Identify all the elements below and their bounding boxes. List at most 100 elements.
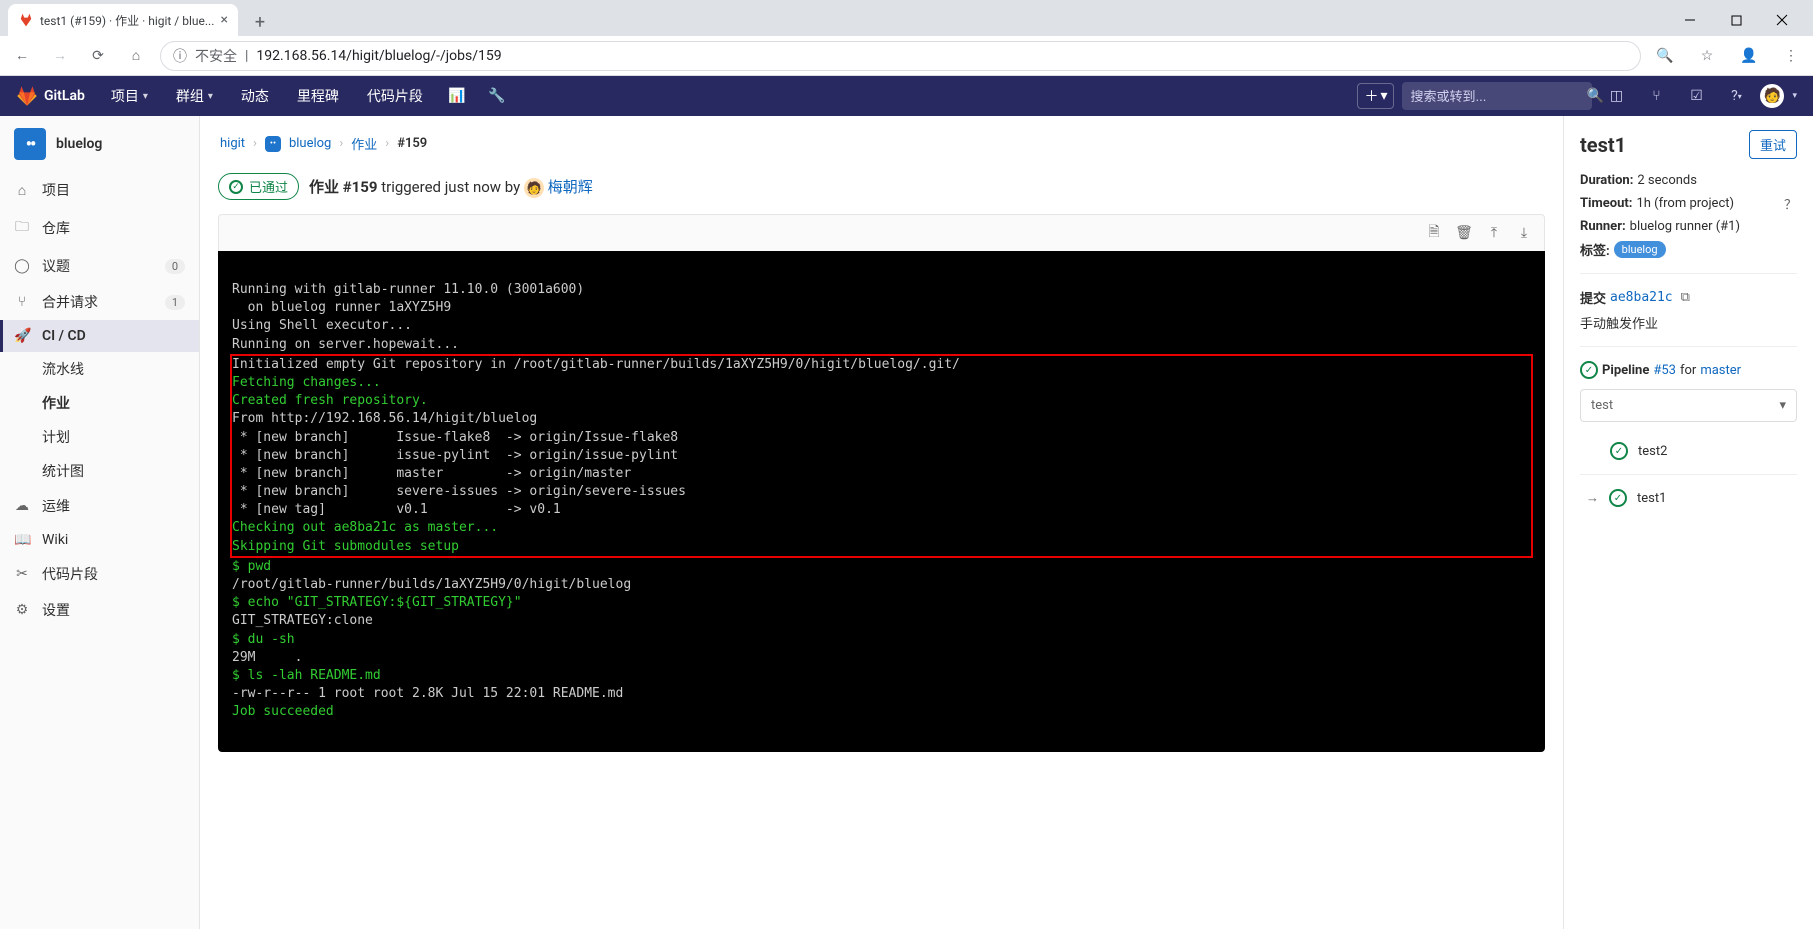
gitlab-logo[interactable]: GitLab <box>16 85 85 107</box>
maximize-button[interactable] <box>1713 4 1759 36</box>
nav-snippets[interactable]: 代码片段 <box>357 76 433 116</box>
mr-count: 1 <box>165 295 185 310</box>
nav-milestones[interactable]: 里程碑 <box>287 76 349 116</box>
analytics-icon[interactable]: 📊 <box>441 80 473 112</box>
repo-icon: 🗀 <box>14 216 30 240</box>
sidebar-item-merge-requests[interactable]: ⑂合并请求1 <box>0 284 199 320</box>
mr-icon: ⑂ <box>14 294 30 310</box>
issues-count: 0 <box>165 259 185 274</box>
branch-link[interactable]: master <box>1700 363 1741 378</box>
search-input[interactable] <box>1410 89 1586 104</box>
stage-dropdown[interactable]: test▾ <box>1580 389 1797 422</box>
bc-group[interactable]: higit <box>220 136 245 151</box>
merge-requests-icon[interactable]: ⑂ <box>1640 80 1672 112</box>
status-badge-passed: ✓ 已通过 <box>218 173 299 200</box>
chevron-down-icon: ▾ <box>1779 398 1786 413</box>
new-tab-button[interactable]: + <box>246 8 274 36</box>
url-text: 192.168.56.14/higit/bluelog/-/jobs/159 <box>256 48 501 64</box>
nav-groups[interactable]: 群组▾ <box>166 76 223 116</box>
scroll-bottom-icon[interactable]: ⤓ <box>1512 221 1536 245</box>
job-log-terminal[interactable]: Running with gitlab-runner 11.10.0 (3001… <box>218 251 1545 752</box>
sidebar-item-repository[interactable]: 🗀仓库 <box>0 208 199 248</box>
info-icon: ⓘ <box>173 46 187 66</box>
sidebar-item-operations[interactable]: ☁运维 <box>0 488 199 524</box>
search-icon[interactable]: 🔍 <box>1651 42 1679 70</box>
menu-icon[interactable]: ⋮ <box>1777 42 1805 70</box>
breadcrumb: higit › •• bluelog › 作业 › #159 <box>218 128 1545 167</box>
nav-activity[interactable]: 动态 <box>231 76 279 116</box>
user-avatar[interactable]: 🧑 <box>1760 84 1784 108</box>
nav-projects[interactable]: 项目▾ <box>101 76 158 116</box>
terminal-toolbar: 🗎 🗑 ⤒ ⤓ <box>218 214 1545 251</box>
profile-icon[interactable]: 👤 <box>1735 42 1763 70</box>
insecure-label: 不安全 <box>195 46 237 66</box>
brand-text: GitLab <box>44 88 85 104</box>
back-button[interactable]: ← <box>8 42 36 70</box>
tab-title: test1 (#159) · 作业 · higit / blue... <box>40 12 215 29</box>
sidebar-sub-schedules[interactable]: 计划 <box>0 420 199 454</box>
issues-icon[interactable]: ◫ <box>1600 80 1632 112</box>
job-list-item-test2[interactable]: ✓ test2 <box>1580 432 1797 470</box>
job-name-title: test1 <box>1580 133 1626 157</box>
main-content: higit › •• bluelog › 作业 › #159 ✓ 已通过 作业 … <box>200 116 1563 929</box>
triggerer-avatar[interactable]: 🧑 <box>524 178 544 198</box>
sidebar-sub-charts[interactable]: 统计图 <box>0 454 199 488</box>
pipeline-status-icon: ✓ <box>1580 361 1598 379</box>
sidebar-item-snippets[interactable]: ✂代码片段 <box>0 556 199 592</box>
triggerer-name[interactable]: 梅朝辉 <box>548 178 593 196</box>
job-list-item-test1-current[interactable]: → ✓ test1 <box>1580 479 1797 517</box>
sidebar-item-wiki[interactable]: 📖Wiki <box>0 524 199 556</box>
home-icon: ⌂ <box>14 182 30 199</box>
forward-button[interactable]: → <box>46 42 74 70</box>
cicd-icon: 🚀 <box>14 328 30 344</box>
bc-project-icon: •• <box>265 136 281 152</box>
sidebar-sub-jobs[interactable]: 作业 <box>0 386 199 420</box>
retry-button[interactable]: 重试 <box>1749 130 1797 159</box>
url-field[interactable]: ⓘ 不安全 | 192.168.56.14/higit/bluelog/-/jo… <box>160 41 1641 71</box>
commit-link[interactable]: ae8ba21c <box>1610 290 1673 305</box>
browser-tab[interactable]: test1 (#159) · 作业 · higit / blue... × <box>8 4 238 36</box>
status-icon: ✓ <box>1609 489 1627 507</box>
bc-project[interactable]: bluelog <box>289 136 331 151</box>
issues-icon: ◯ <box>14 258 30 274</box>
minimize-button[interactable] <box>1667 4 1713 36</box>
close-icon[interactable]: × <box>221 12 228 28</box>
browser-tab-strip: test1 (#159) · 作业 · higit / blue... × + <box>0 0 1813 36</box>
erase-log-icon[interactable]: 🗑 <box>1452 221 1476 245</box>
bc-job-id: #159 <box>397 136 427 151</box>
arrow-right-icon: → <box>1586 490 1599 506</box>
help-icon[interactable]: ？ <box>1784 194 1797 213</box>
status-icon: ✓ <box>1610 442 1628 460</box>
snippets-icon: ✂ <box>14 566 30 582</box>
home-button[interactable]: ⌂ <box>122 42 150 70</box>
admin-icon[interactable]: 🔧 <box>481 80 513 112</box>
create-new-button[interactable]: ＋▾ <box>1357 83 1394 109</box>
close-window-button[interactable] <box>1759 4 1805 36</box>
gitlab-favicon <box>18 12 34 28</box>
pipeline-link[interactable]: #53 <box>1653 363 1676 378</box>
ops-icon: ☁ <box>14 498 30 514</box>
reload-button[interactable]: ⟳ <box>84 42 112 70</box>
copy-icon[interactable]: ⧉ <box>1681 290 1690 305</box>
help-icon[interactable]: ?▾ <box>1720 80 1752 112</box>
todos-icon[interactable]: ☑ <box>1680 80 1712 112</box>
gitlab-header: GitLab 项目▾ 群组▾ 动态 里程碑 代码片段 📊 🔧 ＋▾ 🔍 ◫ ⑂ … <box>0 76 1813 116</box>
download-log-icon[interactable]: 🗎 <box>1422 221 1446 245</box>
window-controls <box>1667 4 1805 36</box>
wiki-icon: 📖 <box>14 532 30 548</box>
scroll-top-icon[interactable]: ⤒ <box>1482 221 1506 245</box>
gear-icon: ⚙ <box>14 602 30 618</box>
sidebar-item-project[interactable]: ⌂项目 <box>0 172 199 208</box>
job-details-panel: test1 重试 Duration: 2 seconds Timeout: 1h… <box>1563 116 1813 929</box>
sidebar-sub-pipelines[interactable]: 流水线 <box>0 352 199 386</box>
bc-section[interactable]: 作业 <box>351 134 377 153</box>
bookmark-icon[interactable]: ☆ <box>1693 42 1721 70</box>
sidebar-project-header[interactable]: •• bluelog <box>0 116 199 172</box>
header-search[interactable]: 🔍 <box>1402 82 1592 110</box>
project-name: bluelog <box>56 136 102 152</box>
sidebar-item-settings[interactable]: ⚙设置 <box>0 592 199 628</box>
sidebar-item-cicd[interactable]: 🚀CI / CD <box>0 320 199 352</box>
tag-chip: bluelog <box>1614 241 1666 258</box>
project-sidebar: •• bluelog ⌂项目 🗀仓库 ◯议题0 ⑂合并请求1 🚀CI / CD … <box>0 116 200 929</box>
sidebar-item-issues[interactable]: ◯议题0 <box>0 248 199 284</box>
